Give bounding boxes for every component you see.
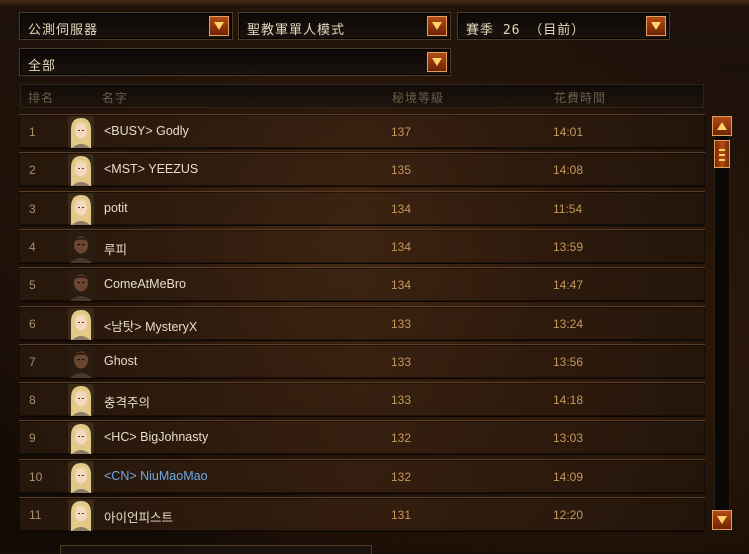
column-header-time[interactable]: 花費時間 (554, 89, 606, 106)
row-player-name[interactable]: 아이언피스트 (104, 507, 173, 526)
row-player-name[interactable]: <남탓> MysteryX (104, 316, 197, 335)
row-rank: 8 (29, 393, 36, 408)
female-crusader-portrait-icon[interactable] (68, 384, 94, 417)
chevron-down-icon[interactable] (646, 16, 666, 36)
row-time: 13:24 (553, 316, 584, 331)
leaderboard-row[interactable]: 6 <남탓> MysteryX 133 13:24 (19, 305, 705, 341)
leaderboard-row[interactable]: 2 <MST> YEEZUS 135 14:08 (19, 152, 705, 188)
chevron-down-icon[interactable] (209, 16, 229, 36)
row-player-name[interactable]: <BUSY> Godly (104, 124, 189, 138)
row-rank: 2 (29, 163, 36, 178)
row-rift-level: 135 (391, 163, 412, 178)
leaderboard-row[interactable]: 11 아이언피스트 131 12:20 (19, 497, 705, 532)
server-dropdown[interactable]: 公測伺服器 (19, 12, 233, 40)
row-time: 14:18 (553, 393, 584, 408)
row-player-name[interactable]: <MST> YEEZUS (104, 162, 198, 176)
female-crusader-portrait-icon[interactable] (68, 422, 94, 455)
class-filter-value: 全部 (28, 59, 57, 74)
row-player-name[interactable]: ComeAtMeBro (104, 277, 186, 291)
row-rift-level: 131 (391, 508, 412, 522)
row-rift-level: 134 (391, 201, 412, 216)
row-time: 13:56 (553, 354, 584, 369)
male-crusader-portrait-icon[interactable] (68, 230, 94, 263)
season-dropdown[interactable]: 賽季 26 （目前） (457, 12, 670, 40)
row-time: 12:20 (553, 508, 584, 522)
column-header-name[interactable]: 名字 (102, 89, 128, 106)
row-rank: 11 (29, 508, 42, 522)
row-rift-level: 134 (391, 239, 412, 254)
row-player-name[interactable]: <HC> BigJohnasty (104, 430, 208, 444)
row-rift-level: 134 (391, 278, 412, 293)
leaderboard-row[interactable]: 1 <BUSY> Godly 137 14:01 (19, 114, 705, 149)
server-dropdown-value: 公測伺服器 (28, 23, 99, 38)
row-rift-level: 137 (391, 125, 412, 139)
row-player-name[interactable]: 루피 (104, 239, 127, 258)
row-rank: 3 (29, 201, 36, 216)
row-rank: 7 (29, 354, 36, 369)
female-crusader-portrait-icon[interactable] (68, 154, 94, 187)
row-rank: 10 (29, 469, 43, 484)
mode-dropdown-value: 聖教軍單人模式 (247, 23, 346, 38)
scroll-down-arrow-icon[interactable] (712, 510, 732, 530)
female-crusader-portrait-icon[interactable] (68, 499, 94, 531)
column-header-rift-level[interactable]: 秘境等級 (392, 89, 444, 106)
row-rift-level: 133 (391, 393, 412, 408)
leaderboard-row[interactable]: 7 Ghost 133 13:56 (19, 343, 705, 379)
row-player-name[interactable]: potit (104, 201, 128, 215)
row-rank: 4 (29, 239, 36, 254)
mode-dropdown[interactable]: 聖教軍單人模式 (238, 12, 451, 40)
top-frame-border (0, 0, 749, 6)
male-crusader-portrait-icon[interactable] (68, 269, 94, 302)
leaderboard-header: 排名 名字 秘境等級 花費時間 (20, 84, 704, 108)
female-crusader-portrait-icon[interactable] (68, 116, 94, 148)
row-player-name[interactable]: Ghost (104, 354, 137, 368)
row-time: 14:01 (553, 125, 584, 139)
leaderboard-row[interactable]: 8 충격주의 133 14:18 (19, 382, 705, 418)
scrollbar-track[interactable] (714, 114, 730, 532)
scrollbar-thumb[interactable] (714, 140, 730, 168)
scroll-up-arrow-icon[interactable] (712, 116, 732, 136)
row-rift-level: 133 (391, 354, 412, 369)
row-time: 14:47 (553, 278, 584, 293)
row-time: 14:09 (553, 469, 584, 484)
leaderboard-row[interactable]: 9 <HC> BigJohnasty 132 13:03 (19, 420, 705, 456)
row-player-name[interactable]: <CN> NiuMaoMao (104, 469, 208, 483)
female-crusader-portrait-icon[interactable] (68, 192, 94, 225)
female-crusader-portrait-icon[interactable] (68, 307, 94, 340)
chevron-down-icon[interactable] (427, 16, 447, 36)
row-rift-level: 132 (391, 431, 412, 446)
row-rank: 9 (29, 431, 36, 446)
season-dropdown-value: 賽季 26 （目前） (466, 23, 586, 38)
leaderboard-row[interactable]: 5 ComeAtMeBro 134 14:47 (19, 267, 705, 303)
row-rank: 5 (29, 278, 36, 293)
row-rift-level: 133 (391, 316, 412, 331)
row-rift-level: 132 (391, 469, 412, 484)
female-crusader-portrait-icon[interactable] (68, 460, 94, 493)
row-time: 14:08 (553, 163, 584, 178)
row-rank: 6 (29, 316, 36, 331)
scrollbar[interactable] (711, 114, 733, 532)
class-filter-dropdown[interactable]: 全部 (19, 48, 451, 76)
row-time: 13:03 (553, 431, 584, 446)
row-time: 11:54 (553, 201, 583, 216)
chevron-down-icon[interactable] (427, 52, 447, 72)
row-time: 13:59 (553, 239, 584, 254)
male-crusader-portrait-icon[interactable] (68, 345, 94, 378)
leaderboard-row[interactable]: 3 potit 134 11:54 (19, 190, 705, 226)
column-header-rank[interactable]: 排名 (28, 89, 54, 106)
row-rank: 1 (29, 125, 36, 139)
leaderboard-row[interactable]: 10 <CN> NiuMaoMao 132 14:09 (19, 458, 705, 494)
leaderboard-row[interactable]: 4 루피 134 13:59 (19, 228, 705, 264)
row-player-name[interactable]: 충격주의 (104, 392, 150, 411)
